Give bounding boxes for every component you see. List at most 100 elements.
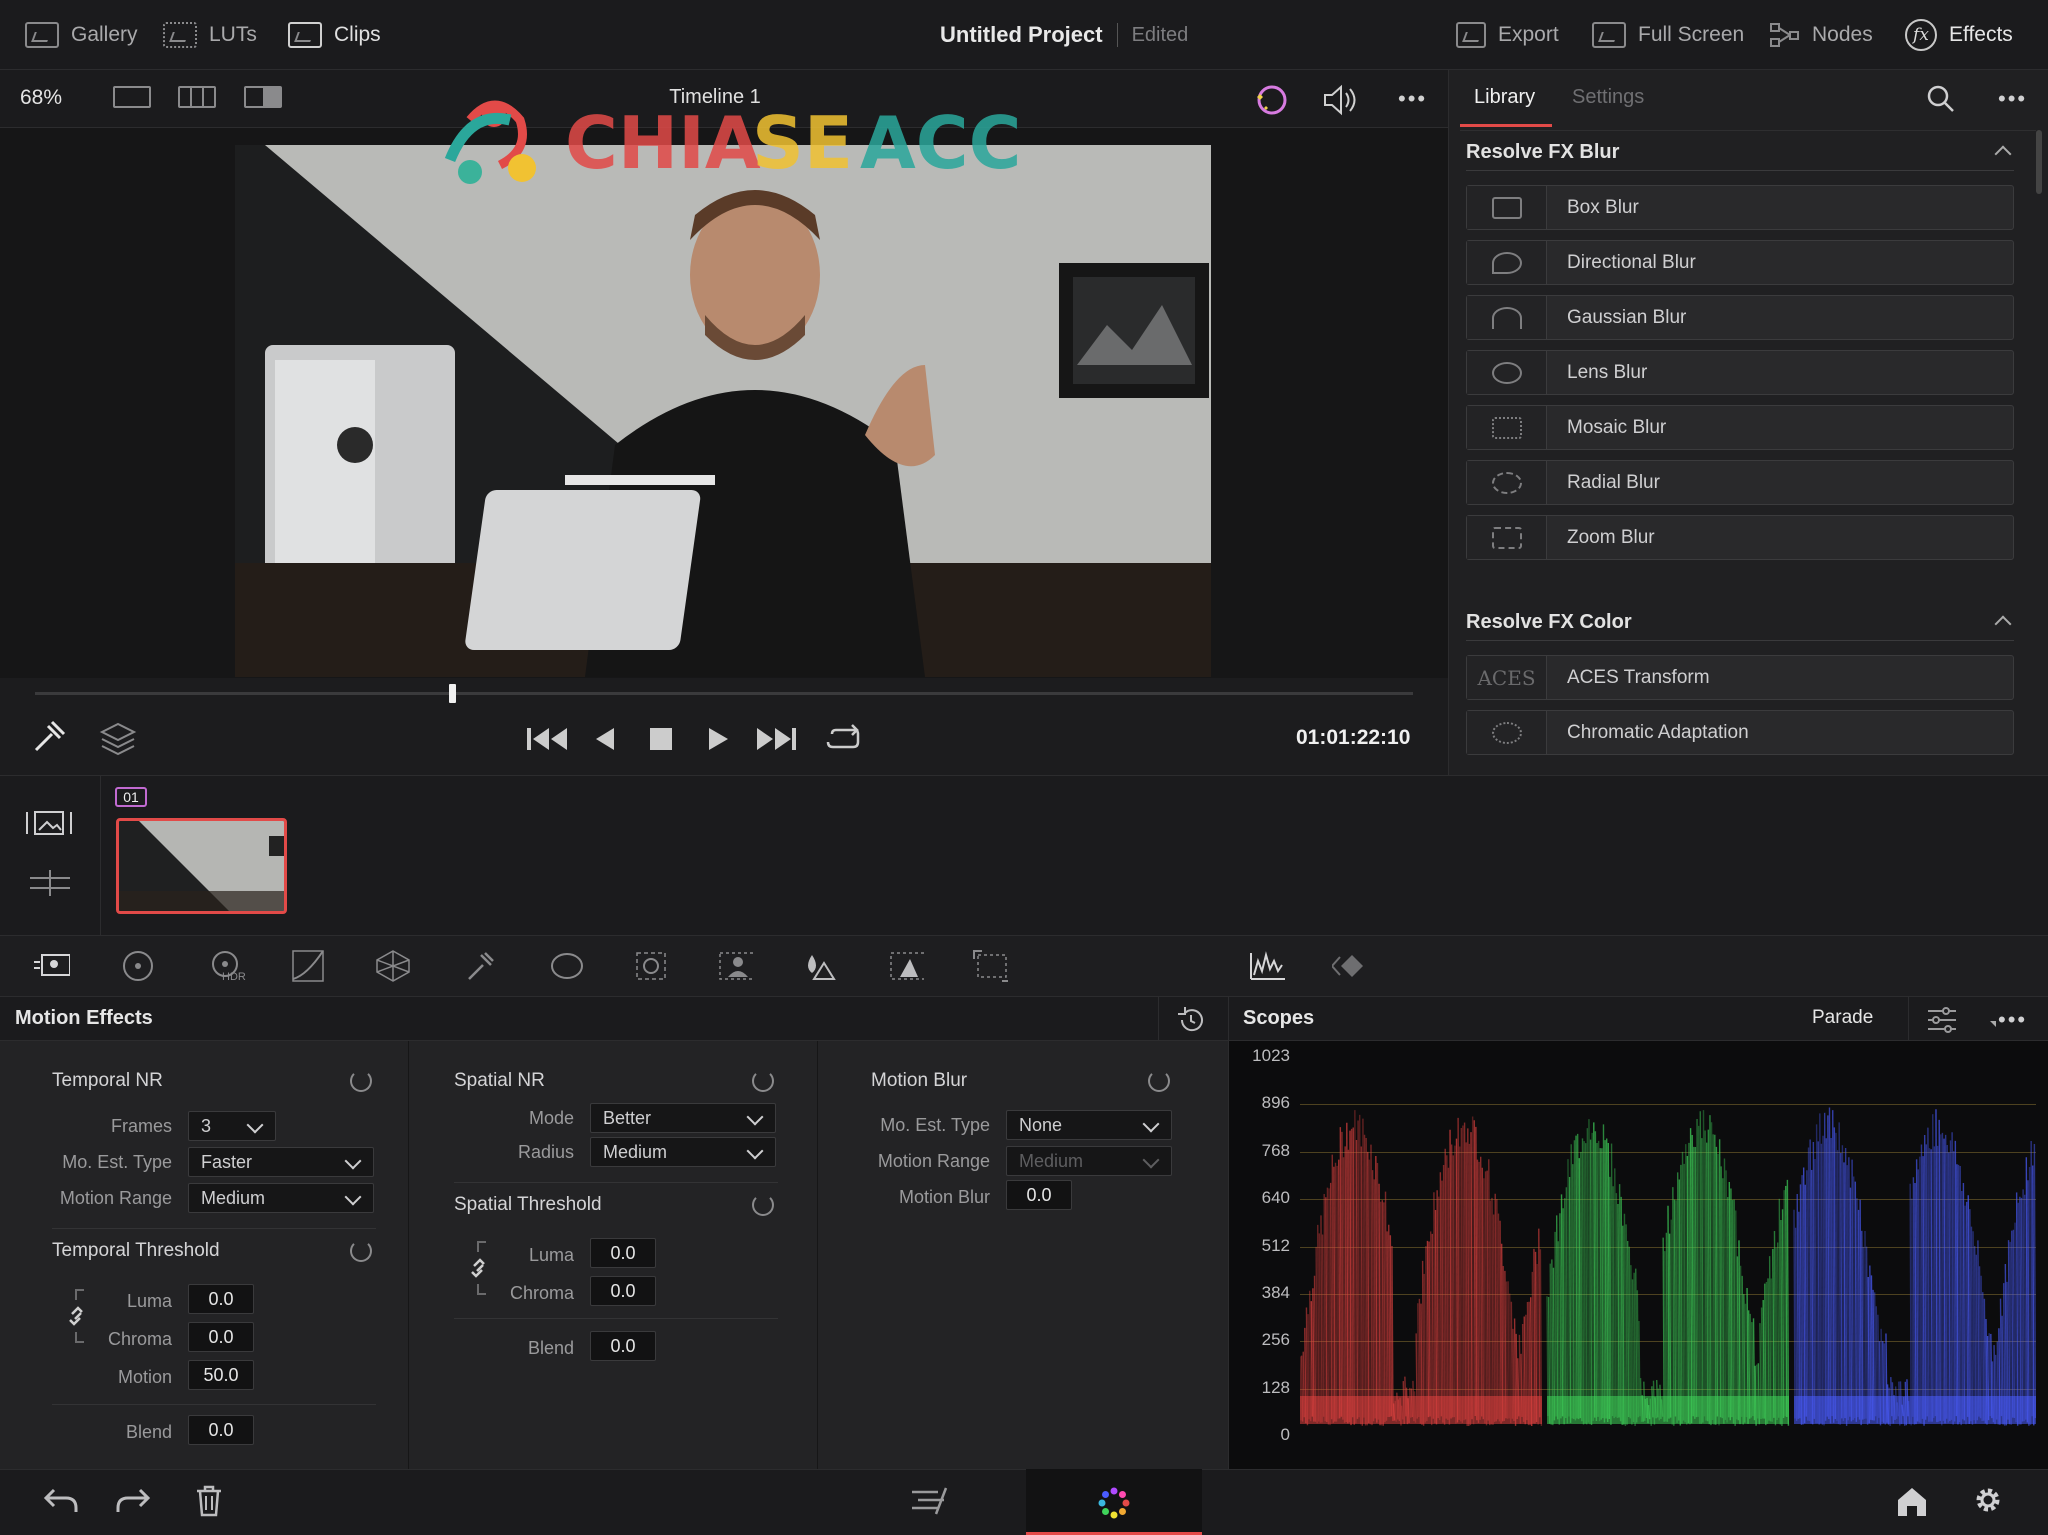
hdr-wheels-icon[interactable]: HDR bbox=[202, 949, 252, 983]
delete-icon[interactable] bbox=[194, 1484, 224, 1518]
curves-icon[interactable] bbox=[290, 949, 326, 983]
scope-settings-icon[interactable] bbox=[1926, 1005, 1958, 1035]
single-viewer-icon[interactable] bbox=[113, 86, 151, 108]
camera-raw-icon[interactable] bbox=[34, 949, 70, 983]
blend-input[interactable]: 0.0 bbox=[188, 1415, 254, 1445]
active-tab-indicator bbox=[1460, 124, 1552, 127]
library-more-icon[interactable]: ••• bbox=[1998, 86, 2027, 112]
blend-label: Blend bbox=[527, 1338, 574, 1358]
clip-thumbnail[interactable] bbox=[116, 818, 287, 914]
fx-box-blur[interactable]: Box Blur bbox=[1466, 185, 2014, 230]
redo-icon[interactable] bbox=[114, 1484, 154, 1518]
luts-button[interactable]: LUTs bbox=[163, 0, 257, 70]
chroma-input[interactable]: 0.0 bbox=[590, 1276, 656, 1306]
motion-range-dropdown[interactable]: Medium bbox=[188, 1183, 374, 1213]
fx-mosaic-blur[interactable]: Mosaic Blur bbox=[1466, 405, 2014, 450]
color-dot bbox=[1110, 1487, 1118, 1495]
full-screen-button[interactable]: Full Screen bbox=[1592, 0, 1744, 70]
frames-dropdown[interactable]: 3 bbox=[188, 1111, 276, 1141]
play-icon[interactable] bbox=[704, 725, 732, 753]
scopes-more-icon[interactable]: ••• bbox=[1998, 1007, 2027, 1033]
highlight-icon[interactable] bbox=[1252, 80, 1292, 120]
color-dot bbox=[1102, 1491, 1110, 1499]
key-icon[interactable] bbox=[888, 949, 924, 983]
loop-icon[interactable] bbox=[824, 722, 864, 756]
temporal-nr-title: Temporal NR bbox=[52, 1070, 163, 1091]
split-viewer-icon[interactable] bbox=[178, 86, 216, 108]
luts-label: LUTs bbox=[209, 23, 257, 46]
tab-library[interactable]: Library bbox=[1474, 86, 1535, 109]
mo-est-type-dropdown[interactable]: None bbox=[1006, 1110, 1172, 1140]
audio-icon[interactable] bbox=[1322, 84, 1358, 116]
reset-icon[interactable] bbox=[350, 1240, 372, 1262]
undo-icon[interactable] bbox=[40, 1484, 80, 1518]
layers-icon[interactable] bbox=[98, 718, 138, 758]
tracker-icon[interactable] bbox=[633, 949, 669, 983]
motion-input[interactable]: 50.0 bbox=[188, 1360, 254, 1390]
scope-mode-dropdown[interactable]: Parade bbox=[1812, 1007, 1873, 1029]
scrubber-bar[interactable] bbox=[35, 692, 1413, 695]
fx-label: Directional Blur bbox=[1567, 251, 1696, 273]
mo-est-type-label: Mo. Est. Type bbox=[62, 1152, 172, 1172]
effects-button[interactable]: fx Effects bbox=[1905, 0, 2013, 70]
fx-gaussian-blur[interactable]: Gaussian Blur bbox=[1466, 295, 2014, 340]
motion-effects-header bbox=[0, 997, 1228, 1041]
luma-input[interactable]: 0.0 bbox=[590, 1238, 656, 1268]
reset-icon[interactable] bbox=[350, 1070, 372, 1092]
viewer-more-icon[interactable]: ••• bbox=[1398, 86, 1427, 112]
color-page-icon bbox=[1098, 1487, 1130, 1519]
magic-mask-icon[interactable] bbox=[718, 949, 754, 983]
luma-input[interactable]: 0.0 bbox=[188, 1284, 254, 1314]
play-reverse-icon[interactable] bbox=[592, 725, 620, 753]
reset-icon[interactable] bbox=[752, 1194, 774, 1216]
wipe-viewer-icon[interactable] bbox=[244, 86, 282, 108]
fx-lens-blur[interactable]: Lens Blur bbox=[1466, 350, 2014, 395]
fx-directional-blur[interactable]: Directional Blur bbox=[1466, 240, 2014, 285]
clips-button[interactable]: Clips bbox=[288, 0, 381, 70]
qualifier-icon[interactable] bbox=[462, 949, 498, 983]
section-resolve-fx-color[interactable]: Resolve FX Color bbox=[1466, 611, 1632, 634]
watermark-logo: CHIA SE ACC bbox=[430, 60, 1040, 195]
timeline-view-icon[interactable] bbox=[28, 868, 72, 898]
zoom-level[interactable]: 68% bbox=[20, 86, 62, 110]
motion-blur-input[interactable]: 0.0 bbox=[1006, 1180, 1072, 1210]
sizing-icon[interactable] bbox=[972, 949, 1008, 983]
reset-all-icon[interactable] bbox=[1176, 1005, 1206, 1035]
fx-zoom-blur[interactable]: Zoom Blur bbox=[1466, 515, 2014, 560]
reset-icon[interactable] bbox=[752, 1070, 774, 1092]
mode-dropdown[interactable]: Better bbox=[590, 1103, 776, 1133]
chroma-input[interactable]: 0.0 bbox=[188, 1322, 254, 1352]
keyframes-icon[interactable] bbox=[1332, 949, 1372, 983]
search-icon[interactable] bbox=[1926, 84, 1956, 114]
export-button[interactable]: Export bbox=[1456, 0, 1559, 70]
playhead[interactable] bbox=[449, 684, 456, 703]
clips-view-icon[interactable] bbox=[25, 808, 73, 838]
radius-dropdown[interactable]: Medium bbox=[590, 1137, 776, 1167]
library-scrollbar[interactable] bbox=[2036, 130, 2042, 194]
color-warper-icon[interactable] bbox=[375, 949, 411, 983]
blur-icon[interactable] bbox=[802, 949, 838, 983]
tab-settings[interactable]: Settings bbox=[1572, 86, 1644, 109]
home-icon[interactable] bbox=[1894, 1484, 1930, 1518]
color-wheels-icon[interactable] bbox=[120, 949, 156, 983]
nodes-button[interactable]: Nodes bbox=[1770, 0, 1873, 70]
skip-start-icon[interactable] bbox=[525, 725, 569, 753]
scopes-toggle-icon[interactable] bbox=[1248, 949, 1288, 983]
motion-range-dropdown: Medium bbox=[1006, 1146, 1172, 1176]
eyedropper-icon[interactable] bbox=[28, 718, 68, 758]
cut-page-icon[interactable] bbox=[908, 1486, 956, 1516]
fx-chromatic-adaptation[interactable]: Chromatic Adaptation bbox=[1466, 710, 2014, 755]
blend-input[interactable]: 0.0 bbox=[590, 1331, 656, 1361]
window-icon[interactable] bbox=[548, 949, 584, 983]
scopes-header bbox=[1228, 997, 2048, 1041]
svg-text:SE: SE bbox=[752, 101, 853, 185]
stop-icon[interactable] bbox=[648, 726, 674, 752]
reset-icon[interactable] bbox=[1148, 1070, 1170, 1092]
gallery-button[interactable]: Gallery bbox=[25, 0, 138, 70]
section-resolve-fx-blur[interactable]: Resolve FX Blur bbox=[1466, 141, 1619, 164]
skip-end-icon[interactable] bbox=[755, 725, 799, 753]
fx-radial-blur[interactable]: Radial Blur bbox=[1466, 460, 2014, 505]
mo-est-type-dropdown[interactable]: Faster bbox=[188, 1147, 374, 1177]
fx-aces-transform[interactable]: ACES ACES Transform bbox=[1466, 655, 2014, 700]
settings-gear-icon[interactable] bbox=[1970, 1482, 2006, 1518]
